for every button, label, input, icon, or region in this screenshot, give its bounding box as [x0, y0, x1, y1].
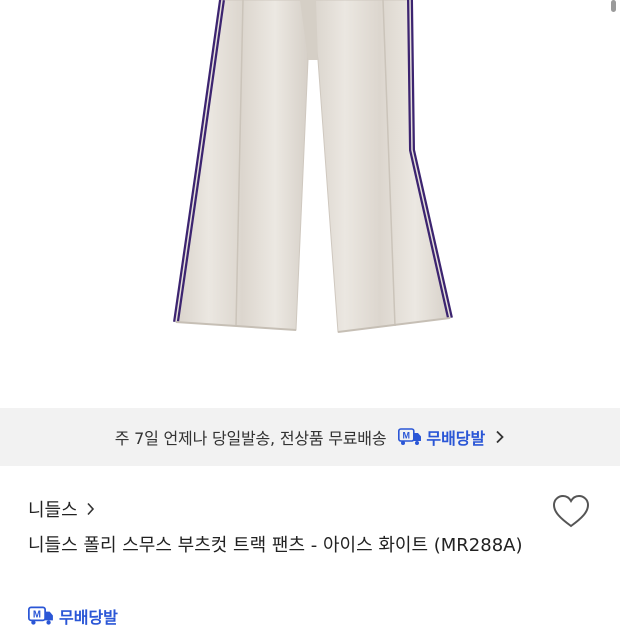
scrollbar[interactable]	[611, 0, 616, 12]
svg-text:M: M	[403, 431, 411, 441]
product-title: 니들스 폴리 스무스 부츠컷 트랙 팬츠 - 아이스 화이트 (MR288A)	[28, 535, 523, 556]
product-info: 니들스 니들스 폴리 스무스 부츠컷 트랙 팬츠 - 아이스 화이트 (MR28…	[0, 466, 620, 627]
svg-text:M: M	[33, 610, 41, 621]
chevron-right-icon	[87, 502, 94, 516]
truck-m-icon: M	[398, 428, 422, 445]
free-shipping-badge-label: 무배당발	[426, 429, 486, 448]
brand-name: 니들스	[28, 500, 78, 521]
free-shipping-badge-label: 무배당발	[59, 608, 118, 627]
track-pants-illustration	[173, 0, 453, 333]
free-shipping-badge[interactable]: M 무배당발	[28, 604, 118, 628]
shipping-banner[interactable]: 주 7일 언제나 당일발송, 전상품 무료배송 M 무배당발	[0, 408, 620, 466]
free-shipping-badge[interactable]: M 무배당발	[398, 425, 485, 449]
truck-m-icon: M	[28, 606, 53, 625]
product-image	[0, 0, 620, 408]
chevron-right-icon[interactable]	[495, 430, 505, 444]
heart-icon[interactable]	[552, 494, 590, 530]
shipping-banner-text: 주 7일 언제나 당일발송, 전상품 무료배송	[114, 429, 387, 448]
brand-link[interactable]: 니들스	[28, 496, 95, 522]
